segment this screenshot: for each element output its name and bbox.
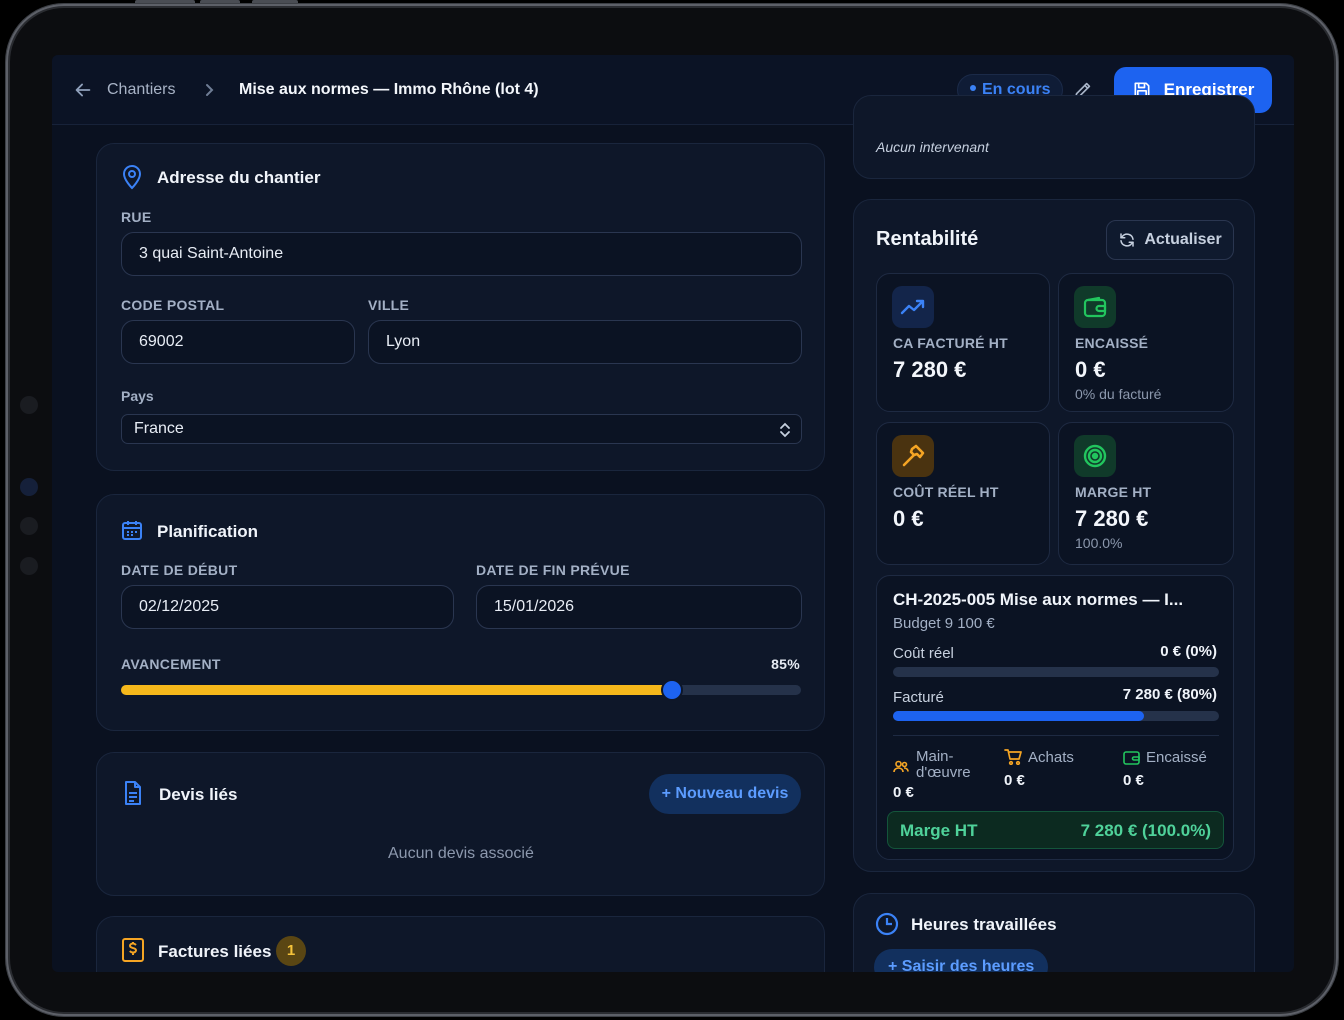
facture-label: Facturé [893, 689, 944, 706]
rentabilite-card: Rentabilité Actualiser CA FACTURÉ HT 7 2… [853, 199, 1255, 872]
factures-card-title: Factures liées [158, 942, 272, 961]
rue-input[interactable]: 3 quai Saint-Antoine [121, 232, 802, 276]
facture-bar [893, 711, 1219, 721]
facture-bar-fill [893, 711, 1145, 721]
pays-select-value: France [134, 420, 184, 437]
progress-slider[interactable] [121, 679, 801, 701]
wallet-icon [1074, 286, 1116, 328]
status-dot [970, 85, 976, 91]
kpi-cout-reel: COÛT RÉEL HT 0 € [876, 422, 1050, 565]
progress-slider-handle[interactable] [660, 679, 683, 701]
address-card: Adresse du chantier RUE 3 quai Saint-Ant… [96, 143, 825, 471]
main-oeuvre-label-line2: d'œuvre [916, 764, 971, 781]
back-arrow-icon[interactable] [72, 79, 94, 101]
rentabilite-title: Rentabilité [876, 228, 979, 250]
page-title: Mise aux normes — Immo Rhône (lot 4) [239, 81, 539, 98]
facture-value: 7 280 € (80%) [1122, 686, 1217, 703]
heures-card-title: Heures travaillées [911, 915, 1057, 934]
pays-label: Pays [121, 388, 154, 404]
encaisse-label: Encaissé [1146, 749, 1207, 766]
factures-card: Factures liées 1 [96, 916, 825, 972]
rue-label: RUE [121, 209, 152, 225]
camera-dot-1 [20, 396, 38, 414]
start-date-input[interactable]: 02/12/2025 [121, 585, 454, 629]
new-devis-button[interactable]: + Nouveau devis [649, 774, 801, 814]
kpi-marge: MARGE HT 7 280 € 100.0% [1058, 422, 1234, 565]
heures-card: Heures travaillées + Saisir des heures [853, 893, 1255, 972]
cart-icon [1004, 749, 1022, 765]
calendar-icon [120, 518, 144, 542]
devis-card: Devis liés + Nouveau devis Aucun devis a… [96, 752, 825, 896]
hammer-icon [892, 435, 934, 477]
saisir-heures-button[interactable]: + Saisir des heures [874, 949, 1048, 972]
code-postal-input[interactable]: 69002 [121, 320, 355, 364]
divider [893, 735, 1219, 736]
trending-up-icon [892, 286, 934, 328]
project-breakdown: CH-2025-005 Mise aux normes — I... Budge… [876, 575, 1234, 860]
address-card-title: Adresse du chantier [157, 168, 321, 187]
kpi-subtext: 100.0% [1075, 535, 1123, 551]
achats-label: Achats [1028, 749, 1074, 766]
kpi-subtext: 0% du facturé [1075, 386, 1162, 402]
devis-empty-text: Aucun devis associé [388, 845, 534, 862]
kpi-value: 0 € [893, 506, 924, 531]
cout-reel-value: 0 € (0%) [1160, 643, 1217, 660]
target-icon [1074, 435, 1116, 477]
refresh-icon [1120, 233, 1135, 247]
kpi-label: MARGE HT [1075, 484, 1152, 500]
kpi-label: COÛT RÉEL HT [893, 484, 999, 500]
kpi-value: 7 280 € [1075, 506, 1149, 531]
factures-count-badge: 1 [276, 936, 306, 966]
start-date-label: DATE DE DÉBUT [121, 562, 238, 578]
app-screen: Chantiers Mise aux normes — Immo Rhône (… [52, 55, 1294, 972]
project-budget: Budget 9 100 € [893, 615, 995, 632]
kpi-label: ENCAISSÉ [1075, 335, 1149, 351]
kpi-label: CA FACTURÉ HT [893, 335, 1008, 351]
code-postal-label: CODE POSTAL [121, 297, 225, 313]
intervenants-empty-text: Aucun intervenant [876, 139, 989, 155]
team-icon [893, 760, 909, 774]
wallet-small-icon [1123, 750, 1140, 765]
kpi-encaisse: ENCAISSÉ 0 € 0% du facturé [1058, 273, 1234, 412]
intervenants-card: Aucun intervenant [853, 95, 1255, 179]
achats-value: 0 € [1004, 772, 1025, 789]
refresh-button-label: Actualiser [1144, 231, 1222, 248]
devis-card-title: Devis liés [159, 785, 238, 804]
progress-value: 85% [771, 656, 800, 672]
invoice-dollar-icon [121, 937, 145, 963]
marge-summary-label: Marge HT [900, 821, 978, 840]
main-oeuvre-label-line1: Main- [916, 748, 954, 765]
clock-icon [875, 912, 899, 936]
pays-select[interactable]: France [121, 414, 802, 444]
document-icon [121, 780, 145, 806]
planning-card-title: Planification [157, 522, 259, 541]
main-oeuvre-label: Main-d'œuvre [916, 749, 971, 781]
cout-reel-bar [893, 667, 1219, 677]
planning-card: Planification DATE DE DÉBUT 02/12/2025 D… [96, 494, 825, 731]
ville-input[interactable]: Lyon [368, 320, 802, 364]
map-pin-icon [120, 164, 144, 190]
cout-reel-label: Coût réel [893, 645, 954, 662]
project-name: CH-2025-005 Mise aux normes — I... [893, 590, 1184, 609]
progress-fill [121, 685, 672, 695]
camera-dot-2 [20, 478, 38, 496]
end-date-input[interactable]: 15/01/2026 [476, 585, 802, 629]
camera-dot-4 [20, 557, 38, 575]
select-chevrons-icon [779, 422, 791, 438]
refresh-button[interactable]: Actualiser [1106, 220, 1234, 260]
progress-label: AVANCEMENT [121, 656, 221, 672]
marge-summary-value: 7 280 € (100.0%) [1080, 821, 1211, 840]
kpi-value: 7 280 € [893, 357, 967, 382]
main-oeuvre-value: 0 € [893, 784, 914, 801]
chevron-right-icon [202, 82, 216, 98]
kpi-value: 0 € [1075, 357, 1106, 382]
kpi-ca-facture: CA FACTURÉ HT 7 280 € [876, 273, 1050, 412]
marge-summary: Marge HT 7 280 € (100.0%) [887, 811, 1224, 849]
breadcrumb-chantiers[interactable]: Chantiers [107, 81, 175, 99]
ville-label: VILLE [368, 297, 410, 313]
camera-dot-3 [20, 517, 38, 535]
encaisse-value: 0 € [1123, 772, 1144, 789]
end-date-label: DATE DE FIN PRÉVUE [476, 562, 630, 578]
